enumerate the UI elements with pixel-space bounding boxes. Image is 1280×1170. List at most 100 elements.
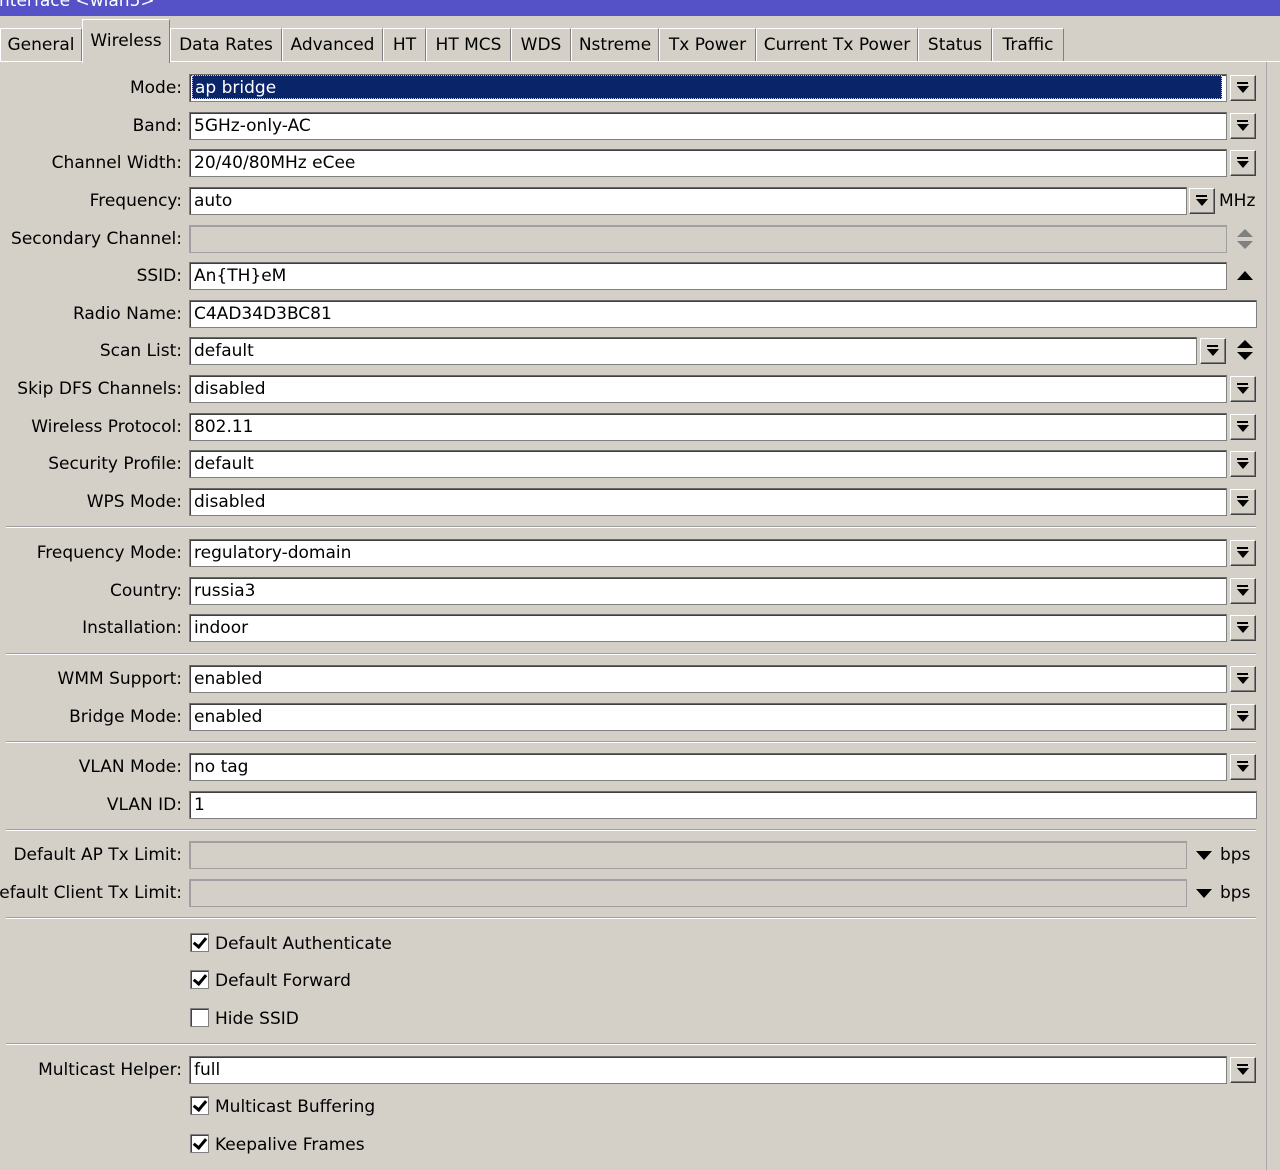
scan-list-up-icon[interactable]: [1237, 340, 1253, 348]
tab-wireless[interactable]: Wireless: [82, 19, 170, 63]
secondary-channel-up-icon[interactable]: [1237, 229, 1253, 237]
country-label: Country:: [109, 581, 182, 601]
separator: [6, 741, 1256, 743]
default-forward-checkbox[interactable]: [190, 970, 209, 989]
bridge-mode-dropdown-icon[interactable]: [1230, 704, 1256, 730]
wmm-support-dropdown-icon[interactable]: [1230, 666, 1256, 692]
country-dropdown-icon[interactable]: [1230, 578, 1256, 604]
wps-mode-select[interactable]: disabled: [189, 488, 1227, 516]
separator: [6, 526, 1256, 528]
band-dropdown-icon[interactable]: [1230, 113, 1256, 139]
tab-ht[interactable]: HT: [383, 28, 426, 62]
ssid-input[interactable]: An{TH}eM: [189, 262, 1227, 290]
tab-ht-mcs[interactable]: HT MCS: [426, 28, 511, 62]
security-profile-dropdown-icon[interactable]: [1230, 451, 1256, 477]
mode-dropdown-icon[interactable]: [1230, 75, 1256, 101]
multicast-helper-dropdown-icon[interactable]: [1230, 1057, 1256, 1083]
frequency-mode-dropdown-icon[interactable]: [1230, 540, 1256, 566]
channel-width-label: Channel Width:: [51, 153, 182, 173]
separator: [6, 1043, 1256, 1045]
default-ap-tx-limit-unit: bps: [1220, 845, 1251, 865]
secondary-channel-field[interactable]: [189, 225, 1227, 253]
separator: [6, 829, 1256, 831]
separator: [6, 917, 1256, 919]
wmm-support-select[interactable]: enabled: [189, 665, 1227, 693]
installation-dropdown-icon[interactable]: [1230, 615, 1256, 641]
security-profile-select[interactable]: default: [189, 450, 1227, 478]
security-profile-label: Security Profile:: [48, 454, 182, 474]
tab-general[interactable]: General: [0, 28, 82, 62]
secondary-channel-down-icon[interactable]: [1237, 241, 1253, 249]
mode-value: ap bridge: [192, 75, 1222, 99]
tab-advanced[interactable]: Advanced: [282, 28, 383, 62]
tab-data-rates[interactable]: Data Rates: [170, 28, 282, 62]
keepalive-frames-label: Keepalive Frames: [215, 1135, 365, 1155]
vlan-mode-label: VLAN Mode:: [78, 757, 182, 777]
default-authenticate-checkbox[interactable]: [190, 933, 209, 952]
tab-bar: General Wireless Data Rates Advanced HT …: [0, 16, 1280, 63]
frequency-mode-select[interactable]: regulatory-domain: [189, 539, 1227, 567]
multicast-buffering-row[interactable]: Multicast Buffering: [190, 1094, 375, 1120]
default-client-tx-limit-label: Default Client Tx Limit:: [0, 883, 182, 903]
radio-name-input[interactable]: C4AD34D3BC81: [189, 300, 1257, 328]
tab-underline: [0, 61, 1280, 62]
tab-tx-power[interactable]: Tx Power: [659, 28, 756, 62]
wmm-support-label: WMM Support:: [57, 669, 182, 689]
default-client-tx-limit-field[interactable]: [189, 879, 1187, 907]
bridge-mode-select[interactable]: enabled: [189, 703, 1227, 731]
ssid-collapse-icon[interactable]: [1237, 271, 1253, 280]
installation-select[interactable]: indoor: [189, 614, 1227, 642]
scan-list-down-icon[interactable]: [1237, 352, 1253, 360]
keepalive-frames-row[interactable]: Keepalive Frames: [190, 1132, 365, 1158]
band-label: Band:: [132, 116, 182, 136]
skip-dfs-label: Skip DFS Channels:: [17, 379, 182, 399]
tab-status[interactable]: Status: [918, 28, 992, 62]
tab-traffic[interactable]: Traffic: [992, 28, 1064, 62]
wps-mode-dropdown-icon[interactable]: [1230, 489, 1256, 515]
default-ap-tx-limit-dropdown-icon[interactable]: [1196, 851, 1212, 860]
default-ap-tx-limit-field[interactable]: [189, 841, 1187, 869]
country-select[interactable]: russia3: [189, 577, 1227, 605]
multicast-helper-label: Multicast Helper:: [38, 1060, 182, 1080]
default-authenticate-row[interactable]: Default Authenticate: [190, 931, 392, 957]
tab-current-tx-power[interactable]: Current Tx Power: [756, 28, 918, 62]
vlan-id-label: VLAN ID:: [106, 795, 182, 815]
default-ap-tx-limit-label: Default AP Tx Limit:: [13, 845, 182, 865]
scan-list-select[interactable]: default: [189, 337, 1197, 365]
default-client-tx-limit-dropdown-icon[interactable]: [1196, 889, 1212, 898]
separator: [6, 653, 1256, 655]
hide-ssid-label: Hide SSID: [215, 1009, 299, 1029]
hide-ssid-checkbox[interactable]: [190, 1008, 209, 1027]
multicast-helper-select[interactable]: full: [189, 1056, 1227, 1084]
wireless-protocol-select[interactable]: 802.11: [189, 413, 1227, 441]
window-titlebar: Interface <wlan5>: [0, 0, 1280, 16]
multicast-buffering-checkbox[interactable]: [190, 1096, 209, 1115]
default-client-tx-limit-unit: bps: [1220, 883, 1251, 903]
wps-mode-label: WPS Mode:: [86, 492, 182, 512]
ssid-label: SSID:: [136, 266, 182, 286]
keepalive-frames-checkbox[interactable]: [190, 1134, 209, 1153]
default-forward-row[interactable]: Default Forward: [190, 968, 351, 994]
wireless-protocol-dropdown-icon[interactable]: [1230, 414, 1256, 440]
tab-wds[interactable]: WDS: [511, 28, 571, 62]
vlan-mode-select[interactable]: no tag: [189, 753, 1227, 781]
skip-dfs-dropdown-icon[interactable]: [1230, 376, 1256, 402]
hide-ssid-row[interactable]: Hide SSID: [190, 1006, 299, 1032]
frequency-select[interactable]: auto: [189, 187, 1187, 215]
vlan-id-input[interactable]: 1: [189, 791, 1257, 819]
mode-select[interactable]: ap bridge: [189, 74, 1227, 102]
wireless-protocol-label: Wireless Protocol:: [31, 417, 182, 437]
channel-width-dropdown-icon[interactable]: [1230, 150, 1256, 176]
default-forward-label: Default Forward: [215, 971, 351, 991]
scrollbar-edge: [1266, 62, 1280, 1170]
band-select[interactable]: 5GHz-only-AC: [189, 112, 1227, 140]
frequency-unit: MHz: [1219, 191, 1256, 211]
installation-label: Installation:: [82, 618, 182, 638]
tab-nstreme[interactable]: Nstreme: [571, 28, 659, 62]
skip-dfs-select[interactable]: disabled: [189, 375, 1227, 403]
vlan-mode-dropdown-icon[interactable]: [1230, 754, 1256, 780]
scan-list-dropdown-icon[interactable]: [1200, 338, 1226, 364]
frequency-dropdown-icon[interactable]: [1189, 188, 1215, 214]
frequency-mode-label: Frequency Mode:: [36, 543, 182, 563]
channel-width-select[interactable]: 20/40/80MHz eCee: [189, 149, 1227, 177]
